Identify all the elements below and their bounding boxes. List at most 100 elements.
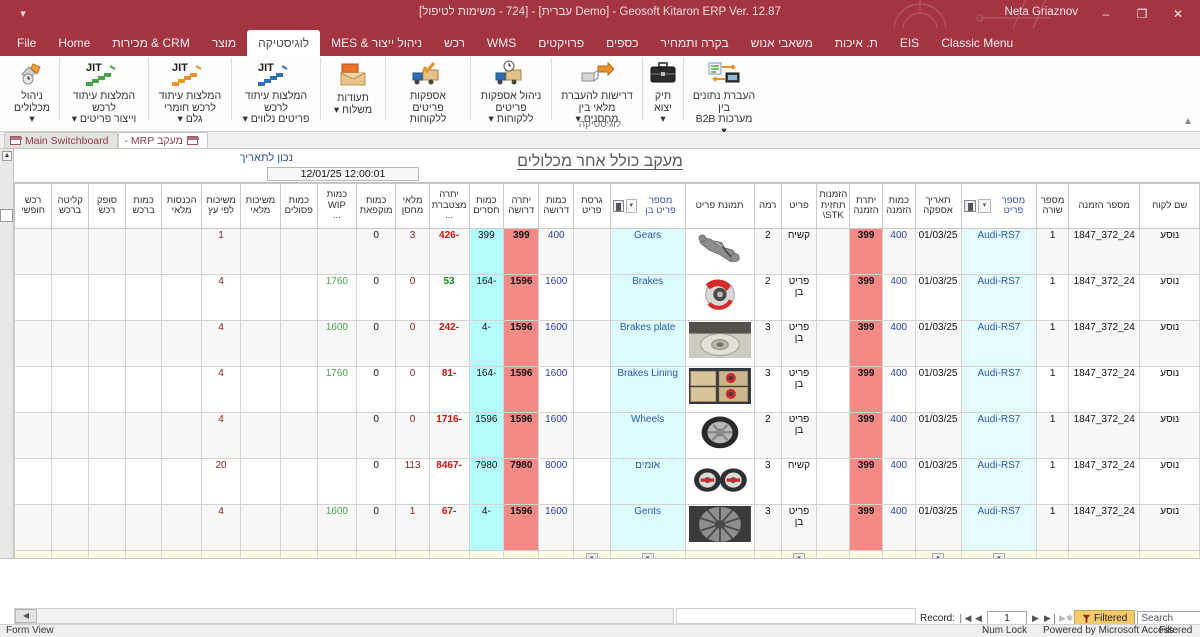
cell-cum_balance[interactable]: 53 <box>428 274 470 321</box>
cell-item[interactable]: קשיח <box>780 228 818 275</box>
cell-order_qty[interactable]: 400 <box>881 320 916 367</box>
column-header-stock_draws[interactable]: משיכות מלאי <box>240 183 281 229</box>
cell-stock_draws[interactable] <box>240 412 281 459</box>
cell-item[interactable]: פריט בן <box>780 320 818 367</box>
cell-rejected_qty[interactable] <box>279 412 319 459</box>
ribbon-tab-5[interactable]: ניהול ייצור & MES <box>320 30 433 56</box>
column-header-required_bal[interactable]: יתרה דרושה <box>503 183 540 229</box>
cell-po_supplier[interactable] <box>88 320 126 367</box>
new-cell-item[interactable]: ▾ <box>780 550 818 558</box>
cell-item[interactable]: פריט בן <box>780 504 818 551</box>
cell-stock_draws[interactable] <box>240 366 281 413</box>
cell-order_number[interactable]: 24_372_1847 <box>1067 458 1141 505</box>
column-header-po_receipt[interactable]: קליטה ברכש <box>51 183 90 229</box>
cell-row_number[interactable]: 1 <box>1036 320 1069 367</box>
cell-qty_in_po[interactable] <box>124 320 163 367</box>
chevron-down-icon[interactable]: ▾ <box>978 199 991 213</box>
column-header-order_balance[interactable]: יתרת הזמנה <box>849 183 883 229</box>
new-cell-required_qty[interactable] <box>538 550 574 558</box>
cell-rejected_qty[interactable] <box>279 458 319 505</box>
cell-po_receipt[interactable] <box>51 228 90 275</box>
cell-initial_order[interactable] <box>816 504 851 551</box>
new-cell-order_qty[interactable] <box>881 550 916 558</box>
cell-cum_balance[interactable]: -8467 <box>428 458 470 505</box>
cell-missing_qty[interactable]: -4 <box>468 504 505 551</box>
cell-stock_in[interactable] <box>161 320 202 367</box>
cell-po_supplier[interactable] <box>88 366 126 413</box>
ribbon-button-delivery-notes[interactable]: תעודות משלוח ▾ <box>322 56 384 126</box>
new-cell-draws_by_tree[interactable] <box>200 550 242 558</box>
cell-stock_in[interactable] <box>161 504 202 551</box>
cell-row_number[interactable]: 1 <box>1036 228 1069 275</box>
cell-item[interactable]: קשיח <box>780 458 818 505</box>
cell-order_qty[interactable]: 400 <box>881 504 916 551</box>
new-cell-order_balance[interactable] <box>849 550 883 558</box>
column-header-supply_date[interactable]: תאריך אספקה <box>914 183 962 229</box>
cell-qty_in_po[interactable] <box>124 412 163 459</box>
cell-level[interactable]: 2 <box>753 228 782 275</box>
cell-supply_date[interactable]: 01/03/25 <box>914 458 962 505</box>
cell-item_version[interactable] <box>572 228 611 275</box>
new-cell-stock_draws[interactable] <box>240 550 281 558</box>
cell-stock_in[interactable] <box>161 366 202 413</box>
cell-initial_order[interactable] <box>816 320 851 367</box>
column-header-missing_qty[interactable]: כמות חסרים <box>468 183 505 229</box>
cell-item_number[interactable]: Audi-RS7 <box>960 504 1038 551</box>
cell-son_item_no[interactable]: Gents <box>609 504 686 551</box>
cell-wip_qty[interactable] <box>317 458 357 505</box>
first-record-button[interactable]: ❘◀ <box>957 613 971 624</box>
cell-order_number[interactable]: 24_372_1847 <box>1067 228 1141 275</box>
new-cell-item_version[interactable]: ▾ <box>572 550 611 558</box>
cell-order_balance[interactable]: 399 <box>849 412 883 459</box>
cell-free_po[interactable] <box>14 228 53 275</box>
cell-item_version[interactable] <box>572 366 611 413</box>
cell-frozen_qty[interactable]: 0 <box>355 320 397 367</box>
cell-item_number[interactable]: Audi-RS7 <box>960 412 1038 459</box>
new-cell-po_receipt[interactable] <box>51 550 90 558</box>
cell-rejected_qty[interactable] <box>279 274 319 321</box>
cell-item_number[interactable]: Audi-RS7 <box>960 458 1038 505</box>
cell-supply_date[interactable]: 01/03/25 <box>914 320 962 367</box>
cell-son_item_no[interactable]: Gears <box>609 228 686 275</box>
new-cell-qty_in_po[interactable] <box>124 550 163 558</box>
column-header-item_version[interactable]: גרסת פריט <box>572 183 611 229</box>
cell-supply_date[interactable]: 01/03/25 <box>914 228 962 275</box>
restore-button[interactable]: ❐ <box>1124 0 1160 28</box>
new-cell-supply_date[interactable]: ▾ <box>914 550 962 558</box>
cell-free_po[interactable] <box>14 412 53 459</box>
cell-po_supplier[interactable] <box>88 274 126 321</box>
ribbon-tab-1[interactable]: Home <box>47 30 101 56</box>
cell-frozen_qty[interactable]: 0 <box>355 228 397 275</box>
cell-son_item_no[interactable]: Brakes Lining <box>609 366 686 413</box>
cell-cum_balance[interactable]: -426 <box>428 228 470 275</box>
cell-po_supplier[interactable] <box>88 412 126 459</box>
new-cell-item_image[interactable] <box>684 550 755 558</box>
cell-qty_in_po[interactable] <box>124 228 163 275</box>
new-cell-free_po[interactable] <box>14 550 53 558</box>
ribbon-button-jit-blue[interactable]: JIT המלצות עיתוד לרכש פריטים נלווים ▾ <box>233 56 319 126</box>
cell-level[interactable]: 3 <box>753 366 782 413</box>
cell-customer_name[interactable]: נוסע <box>1139 366 1200 413</box>
new-cell-stock_qty[interactable] <box>395 550 430 558</box>
new-cell-rejected_qty[interactable] <box>279 550 319 558</box>
ribbon-tab-0[interactable]: File <box>6 30 47 56</box>
table-row[interactable]: נוסע 24_372_1847 1 Audi-RS7 01/03/25 400 399 קש… <box>14 458 1200 505</box>
cell-row_number[interactable]: 1 <box>1036 274 1069 321</box>
chevron-down-icon[interactable]: ▾ <box>625 199 637 213</box>
cell-order_number[interactable]: 24_372_1847 <box>1067 320 1141 367</box>
cell-wip_qty[interactable]: 1600 <box>317 320 357 367</box>
last-record-button[interactable]: ▶❘ <box>1044 613 1058 624</box>
cell-customer_name[interactable]: נוסע <box>1139 320 1200 367</box>
scrollbar-thumb[interactable]: ◀ <box>15 609 37 623</box>
cell-initial_order[interactable] <box>816 274 851 321</box>
cell-wip_qty[interactable]: 1600 <box>317 504 357 551</box>
cell-order_qty[interactable]: 400 <box>881 274 916 321</box>
cell-son_item_no[interactable]: אומים <box>609 458 686 505</box>
cell-order_number[interactable]: 24_372_1847 <box>1067 412 1141 459</box>
new-cell-wip_qty[interactable] <box>317 550 357 558</box>
cell-wip_qty[interactable] <box>317 228 357 275</box>
horizontal-scrollbar-right[interactable] <box>676 608 916 624</box>
cell-rejected_qty[interactable] <box>279 504 319 551</box>
cell-supply_date[interactable]: 01/03/25 <box>914 504 962 551</box>
document-tab-0[interactable]: Main Switchboard <box>4 132 119 148</box>
